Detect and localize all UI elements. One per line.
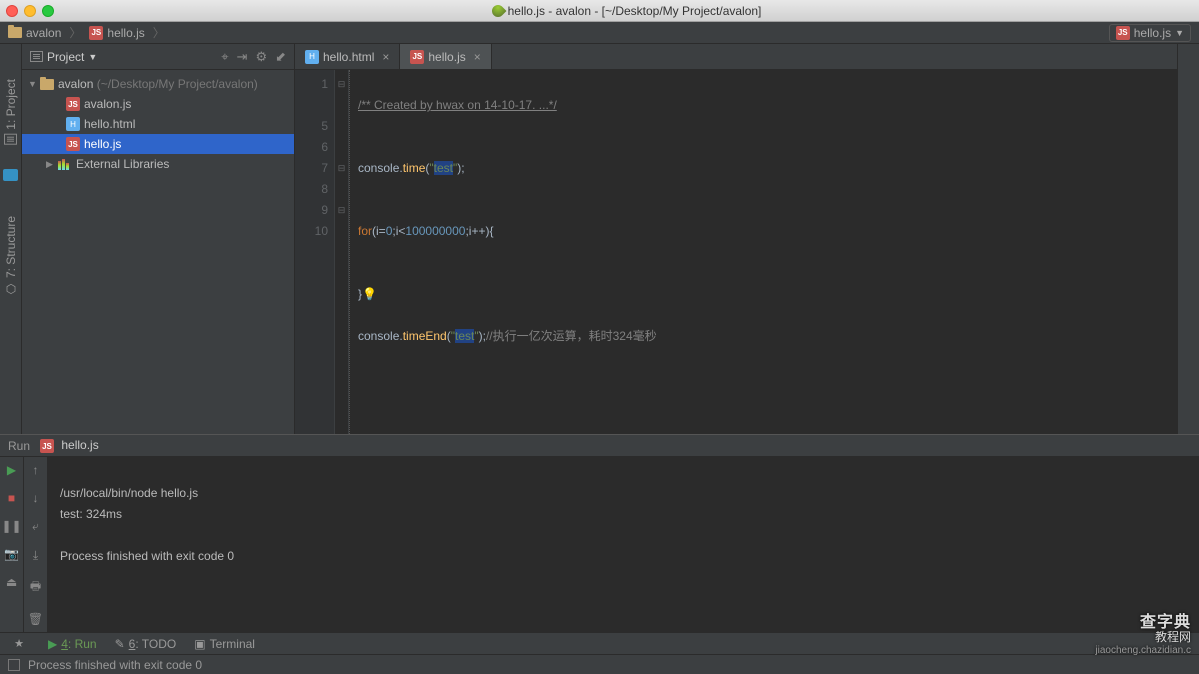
gutter-line-numbers[interactable]: 15678910 bbox=[295, 70, 335, 434]
bottom-tool-tabs: ★ ▶4: Run ✎6: TODO ▣Terminal bbox=[0, 632, 1199, 654]
soft-wrap-button[interactable]: ⤶ bbox=[32, 519, 39, 534]
tree-project-root[interactable]: ▼avalon (~/Desktop/My Project/avalon) bbox=[22, 74, 294, 94]
code-content[interactable]: /** Created by hwax on 14-10-17. ...*/ c… bbox=[349, 70, 1177, 434]
intention-bulb-icon[interactable]: 💡 bbox=[362, 287, 377, 301]
ws-icon[interactable] bbox=[3, 169, 18, 181]
tab-terminal[interactable]: ▣Terminal bbox=[194, 637, 255, 651]
run-tab-label: Run bbox=[8, 439, 30, 453]
tree-file-selected[interactable]: JShello.js bbox=[22, 134, 294, 154]
html-icon: H bbox=[305, 50, 319, 64]
tree-file[interactable]: JSavalon.js bbox=[22, 94, 294, 114]
left-tool-rail: 1: Project ⬡7: Structure bbox=[0, 44, 22, 434]
autoscroll-to-source-button[interactable]: ⌖ bbox=[221, 49, 228, 65]
tool-window-favorites[interactable]: ★ bbox=[14, 637, 24, 650]
console-output[interactable]: /usr/local/bin/node hello.js test: 324ms… bbox=[48, 457, 1199, 632]
close-window-button[interactable] bbox=[6, 5, 18, 17]
folder-icon bbox=[8, 27, 22, 38]
js-icon: JS bbox=[66, 97, 80, 111]
editor-tab-active[interactable]: JShello.js× bbox=[400, 44, 491, 69]
fold-gutter[interactable]: ⊟⊟⊟ bbox=[335, 70, 349, 434]
rerun-button[interactable]: ▶ bbox=[7, 463, 16, 477]
html-icon: H bbox=[66, 117, 80, 131]
stop-button[interactable]: ■ bbox=[8, 491, 15, 505]
scroll-to-end-button[interactable]: ⤓ bbox=[33, 548, 38, 563]
chevron-down-icon: ▼ bbox=[1175, 28, 1184, 38]
clear-button[interactable]: 🗑 bbox=[28, 612, 43, 626]
app-icon bbox=[489, 3, 506, 20]
tool-windows-toggle[interactable] bbox=[8, 659, 20, 671]
down-button[interactable]: ↓ bbox=[33, 491, 39, 505]
library-icon bbox=[58, 159, 72, 170]
pause-button[interactable]: ❚❚ bbox=[1, 519, 21, 533]
project-tree[interactable]: ▼avalon (~/Desktop/My Project/avalon) JS… bbox=[22, 70, 294, 434]
run-toolbar-right: ↑ ↓ ⤶ ⤓ 🖶 🗑 bbox=[24, 457, 48, 632]
tool-window-structure[interactable]: ⬡7: Structure bbox=[4, 216, 18, 296]
dump-threads-button[interactable]: 📷 bbox=[4, 547, 19, 561]
tab-todo[interactable]: ✎6: TODO bbox=[115, 637, 177, 651]
watermark-overlay: 查字典 教程网 jiaocheng.chazidian.c bbox=[1095, 616, 1191, 658]
tab-run[interactable]: ▶4: Run bbox=[48, 637, 97, 651]
window-title: hello.js - avalon - [~/Desktop/My Projec… bbox=[60, 4, 1193, 18]
tree-external-libraries[interactable]: ▶External Libraries bbox=[22, 154, 294, 174]
status-message: Process finished with exit code 0 bbox=[28, 658, 202, 672]
minimize-window-button[interactable] bbox=[24, 5, 36, 17]
breadcrumb-bar: avalon 〉 JShello.js 〉 JS hello.js ▼ bbox=[0, 22, 1199, 44]
editor-area: Hhello.html× JShello.js× 15678910 ⊟⊟⊟ /*… bbox=[295, 44, 1177, 434]
editor-tabs: Hhello.html× JShello.js× bbox=[295, 44, 1177, 70]
js-icon: JS bbox=[1116, 26, 1130, 40]
editor-tab[interactable]: Hhello.html× bbox=[295, 44, 400, 69]
status-bar: Process finished with exit code 0 bbox=[0, 654, 1199, 674]
project-view-selector[interactable]: Project▼ bbox=[30, 50, 97, 64]
folder-icon bbox=[40, 79, 54, 90]
exit-button[interactable]: ⏏ bbox=[6, 575, 17, 589]
project-tool-window: Project▼ ⌖ ⇥ ⚙ ⬋ ▼avalon (~/Desktop/My P… bbox=[22, 44, 295, 434]
up-button[interactable]: ↑ bbox=[33, 463, 39, 477]
right-tool-rail bbox=[1177, 44, 1199, 434]
code-editor[interactable]: 15678910 ⊟⊟⊟ /** Created by hwax on 14-1… bbox=[295, 70, 1177, 434]
run-tool-window: Run JS hello.js ▶ ■ ❚❚ 📷 ⏏ ↑ ↓ ⤶ ⤓ 🖶 🗑 /… bbox=[0, 434, 1199, 632]
settings-button[interactable]: ⚙ bbox=[255, 49, 267, 65]
run-config-tab[interactable]: JS hello.js bbox=[40, 438, 99, 454]
run-config-dropdown[interactable]: JS hello.js ▼ bbox=[1109, 24, 1191, 42]
js-icon: JS bbox=[89, 26, 103, 40]
js-icon: JS bbox=[66, 137, 80, 151]
maximize-window-button[interactable] bbox=[42, 5, 54, 17]
js-icon: JS bbox=[40, 439, 54, 453]
breadcrumb-project[interactable]: avalon bbox=[8, 26, 61, 40]
js-icon: JS bbox=[410, 50, 424, 64]
collapse-all-button[interactable]: ⇥ bbox=[237, 49, 248, 65]
breadcrumb-file[interactable]: JShello.js bbox=[89, 26, 144, 40]
close-tab-button[interactable]: × bbox=[474, 50, 481, 64]
window-titlebar: hello.js - avalon - [~/Desktop/My Projec… bbox=[0, 0, 1199, 22]
run-toolbar-left: ▶ ■ ❚❚ 📷 ⏏ bbox=[0, 457, 24, 632]
tree-file[interactable]: Hhello.html bbox=[22, 114, 294, 134]
close-tab-button[interactable]: × bbox=[382, 50, 389, 64]
hide-button[interactable]: ⬋ bbox=[275, 49, 286, 65]
print-button[interactable]: 🖶 bbox=[30, 577, 41, 598]
tool-window-project[interactable]: 1: Project bbox=[4, 79, 18, 145]
